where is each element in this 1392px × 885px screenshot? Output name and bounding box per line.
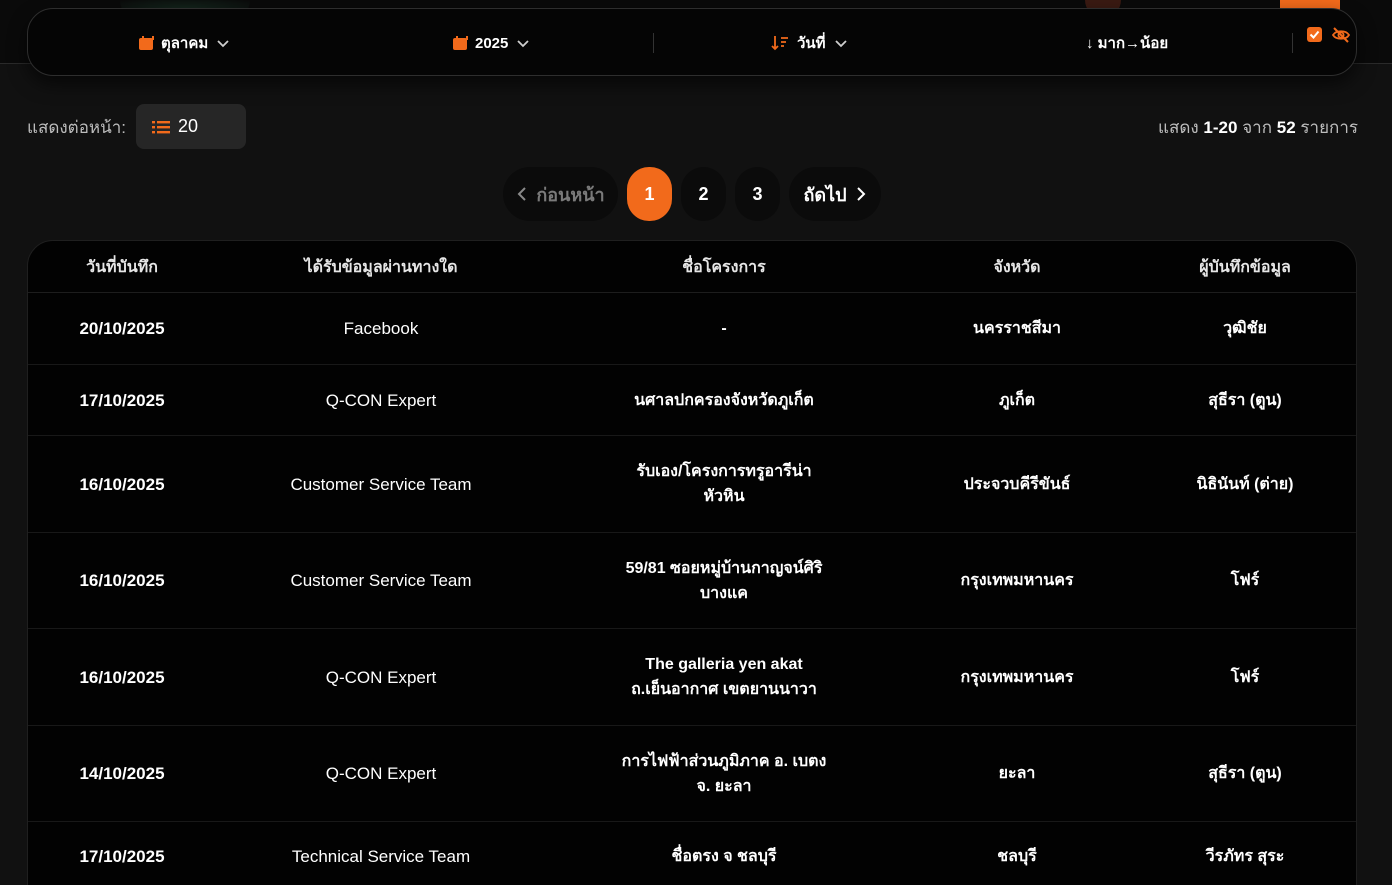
cell-channel: Customer Service Team <box>290 474 472 494</box>
project-text: การไฟฟ้าส่วนภูมิภาค อ. เบตง จ. ยะลา <box>621 752 827 795</box>
page-button-3[interactable]: 3 <box>735 167 780 221</box>
summary-suffix: รายการ <box>1300 118 1358 137</box>
header-project[interactable]: ชื่อโครงการ <box>546 241 902 293</box>
table-row[interactable]: 16/10/2025 Q-CON Expert The galleria yen… <box>28 629 1356 726</box>
sort-icon <box>771 36 788 51</box>
project-text: ชื่อตรง จ ชลบุรี <box>671 848 777 865</box>
cell-channel: Q-CON Expert <box>325 390 437 410</box>
cell-province: ภูเก็ต <box>998 391 1036 409</box>
project-text: The galleria yen akat ถ.เย็นอากาศ เขตยาน… <box>631 656 817 698</box>
next-page-button[interactable]: ถัดไป <box>789 167 881 221</box>
project-text: 59/81 ซอยหมู่บ้านกาญจน์ศิริ บางแค <box>625 559 823 602</box>
year-select[interactable]: 2025 <box>453 9 530 77</box>
cell-recorder: นิธินันท์ (ต่าย) <box>1196 475 1294 493</box>
cell-project: 59/81 ซอยหมู่บ้านกาญจน์ศิริ บางแค <box>546 533 902 628</box>
chevron-right-icon <box>856 187 865 201</box>
cell-date: 17/10/2025 <box>79 390 165 410</box>
next-label: ถัดไป <box>803 184 847 205</box>
filter-bar: ตุลาคม 2025 วันที่ ↓ มาก→น้อย <box>27 8 1357 76</box>
cell-project: รับเอง/โครงการทรูอารีน่า หัวหิน <box>546 436 902 532</box>
calendar-icon <box>453 36 468 50</box>
summary-range: 1-20 <box>1203 118 1238 137</box>
cell-date: 14/10/2025 <box>79 764 165 783</box>
sort-field-select[interactable]: วันที่ <box>771 9 848 77</box>
cell-channel: Technical Service Team <box>291 847 471 866</box>
cell-date: 16/10/2025 <box>79 667 165 687</box>
summary-prefix: แสดง <box>1158 118 1199 137</box>
page-button-1[interactable]: 1 <box>627 167 672 221</box>
cell-project: นศาลปกครองจังหวัดภูเก็ต <box>546 365 902 435</box>
cell-date: 16/10/2025 <box>79 474 165 494</box>
cell-project: ชื่อตรง จ ชลบุรี <box>546 822 902 885</box>
project-text: - <box>721 320 727 337</box>
summary-from: จาก <box>1242 118 1272 137</box>
cell-project: การไฟฟ้าส่วนภูมิภาค อ. เบตง จ. ยะลา <box>546 726 902 821</box>
cell-recorder: วีรภัทร สุระ <box>1205 848 1285 865</box>
per-page-label: แสดงต่อหน้า: <box>27 118 127 137</box>
chevron-down-icon <box>834 40 847 48</box>
prev-label: ก่อนหน้า <box>536 184 605 205</box>
header-recorder[interactable]: ผู้บันทึกข้อมูล <box>1132 241 1356 293</box>
year-value: 2025 <box>475 34 509 52</box>
table-row[interactable]: 17/10/2025 Technical Service Team ชื่อตร… <box>28 822 1356 885</box>
cell-project: - <box>546 293 902 364</box>
table-row[interactable]: 17/10/2025 Q-CON Expert นศาลปกครองจังหวั… <box>28 365 1356 436</box>
show-hidden-checkbox[interactable] <box>1307 27 1322 42</box>
cell-province: นครราชสีมา <box>973 320 1061 337</box>
per-page-select[interactable]: 20 <box>136 104 246 149</box>
cell-recorder: สุธีรา (ตูน) <box>1208 765 1282 782</box>
chevron-left-icon <box>517 187 527 201</box>
cell-recorder: สุธีรา (ตูน) <box>1208 391 1282 409</box>
divider <box>1292 33 1293 53</box>
cell-project: The galleria yen akat ถ.เย็นอากาศ เขตยาน… <box>546 629 902 725</box>
per-page-value: 20 <box>178 116 199 136</box>
month-value: ตุลาคม <box>161 35 209 52</box>
table-row[interactable]: 20/10/2025 Facebook - นครราชสีมา วุฒิชัย <box>28 293 1356 365</box>
cell-recorder: โฟร์ <box>1230 572 1260 589</box>
cell-recorder: วุฒิชัย <box>1223 320 1267 337</box>
cell-date: 17/10/2025 <box>79 847 165 866</box>
results-summary: แสดง 1-20 จาก 52 รายการ <box>1158 114 1358 141</box>
cell-date: 20/10/2025 <box>79 319 165 338</box>
sort-order-toggle[interactable]: ↓ มาก→น้อย <box>1086 9 1168 77</box>
calendar-icon <box>139 36 154 50</box>
cell-date: 16/10/2025 <box>79 571 165 590</box>
sort-field-value: วันที่ <box>797 35 826 52</box>
cell-province: ประจวบคีรีขันธ์ <box>963 475 1071 493</box>
cell-province: กรุงเทพมหานคร <box>960 572 1074 589</box>
header-channel[interactable]: ได้รับข้อมูลผ่านทางใด <box>216 241 546 293</box>
table-row[interactable]: 16/10/2025 Customer Service Team รับเอง/… <box>28 436 1356 533</box>
eye-off-icon[interactable] <box>1331 25 1351 45</box>
check-icon <box>1309 30 1320 39</box>
records-table: วันที่บันทึก ได้รับข้อมูลผ่านทางใด ชื่อโ… <box>27 240 1357 885</box>
table-header: วันที่บันทึก ได้รับข้อมูลผ่านทางใด ชื่อโ… <box>28 241 1356 293</box>
cell-channel: Customer Service Team <box>290 571 472 590</box>
cell-channel: Facebook <box>343 319 419 338</box>
list-icon <box>152 120 170 133</box>
cell-channel: Q-CON Expert <box>325 667 437 687</box>
page-button-2[interactable]: 2 <box>681 167 726 221</box>
table-row[interactable]: 14/10/2025 Q-CON Expert การไฟฟ้าส่วนภูมิ… <box>28 726 1356 822</box>
project-text: นศาลปกครองจังหวัดภูเก็ต <box>634 391 814 409</box>
divider <box>653 33 654 53</box>
chevron-down-icon <box>217 40 229 48</box>
table-row[interactable]: 16/10/2025 Customer Service Team 59/81 ซ… <box>28 533 1356 629</box>
cell-province: กรุงเทพมหานคร <box>960 668 1074 686</box>
month-select[interactable]: ตุลาคม <box>139 9 230 77</box>
summary-total: 52 <box>1276 118 1296 137</box>
cell-channel: Q-CON Expert <box>325 764 437 783</box>
cell-province: ชลบุรี <box>997 848 1037 865</box>
sort-order-value: ↓ มาก→น้อย <box>1086 35 1169 52</box>
prev-page-button[interactable]: ก่อนหน้า <box>503 167 618 221</box>
cell-recorder: โฟร์ <box>1230 668 1260 686</box>
project-text: รับเอง/โครงการทรูอารีน่า หัวหิน <box>636 463 812 505</box>
page: ตุลาคม 2025 วันที่ ↓ มาก→น้อย แสดงต่อหน้… <box>0 0 1392 885</box>
header-date[interactable]: วันที่บันทึก <box>28 241 216 293</box>
chevron-down-icon <box>517 40 530 48</box>
header-province[interactable]: จังหวัด <box>902 241 1132 293</box>
cell-province: ยะลา <box>998 765 1036 782</box>
